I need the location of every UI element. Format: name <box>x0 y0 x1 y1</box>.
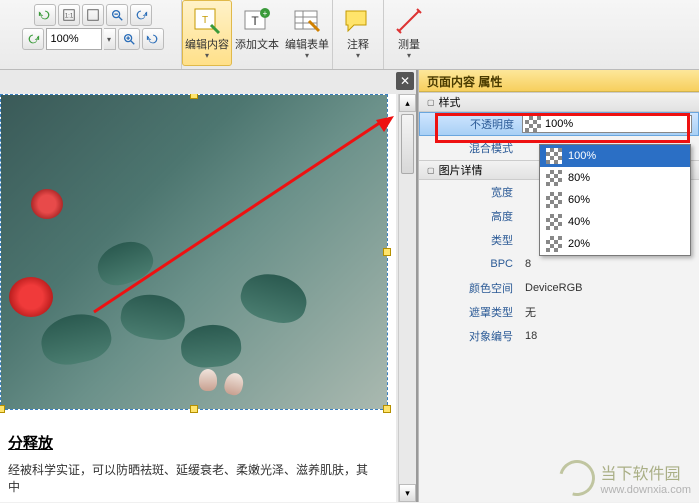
dropdown-item[interactable]: 80% <box>540 167 690 189</box>
colorspace-value: DeviceRGB <box>521 282 699 294</box>
annotate-button[interactable]: 注释 ▾ <box>333 0 383 66</box>
resize-handle[interactable] <box>190 94 198 99</box>
add-text-button[interactable]: T+ 添加文本 <box>232 0 282 66</box>
add-text-icon: T+ <box>241 5 273 37</box>
edit-content-button[interactable]: T 编辑内容 ▾ <box>182 0 232 66</box>
zoom-input[interactable] <box>46 28 102 50</box>
watermark-logo-icon <box>552 453 601 502</box>
checker-swatch-icon <box>546 148 562 164</box>
opacity-dropdown[interactable]: 100% 80% 60% 40% 20% <box>539 144 691 256</box>
resize-handle[interactable] <box>0 405 5 413</box>
width-label: 宽度 <box>419 184 521 200</box>
resize-handle[interactable] <box>383 405 391 413</box>
document-area[interactable]: 分释放 经被科学实证，可以防晒祛斑、延缓衰老、柔嫩光泽、滋养肌肤，其中 <box>0 94 396 502</box>
checker-swatch-icon <box>546 236 562 252</box>
redo-button[interactable] <box>22 28 44 50</box>
dropdown-item-label: 20% <box>568 238 590 250</box>
dropdown-item[interactable]: 60% <box>540 189 690 211</box>
panel-title: 页面内容 属性 <box>419 70 699 92</box>
masktype-label: 遮罩类型 <box>419 304 521 320</box>
scroll-up-button[interactable]: ▴ <box>399 94 416 112</box>
checker-swatch-icon <box>546 214 562 230</box>
highlight-box <box>435 113 690 143</box>
resize-handle[interactable] <box>190 405 198 413</box>
dropdown-item-label: 40% <box>568 216 590 228</box>
dropdown-item-label: 100% <box>568 150 596 162</box>
bpc-value: 8 <box>521 258 699 270</box>
section-image-label: 图片详情 <box>439 162 483 178</box>
svg-text:+: + <box>263 9 268 18</box>
dropdown-item[interactable]: 20% <box>540 233 690 255</box>
main-toolbar: 1:1 ▾ T 编辑内容 ▾ T+ 添加文本 编辑表单 ▾ 注释 ▾ 测量 <box>0 0 699 70</box>
zoom-dropdown-arrow[interactable]: ▾ <box>104 28 116 50</box>
objnum-label: 对象编号 <box>419 328 521 344</box>
watermark: 当下软件园 www.downxia.com <box>559 460 691 496</box>
type-label: 类型 <box>419 232 521 248</box>
svg-text:T: T <box>251 14 259 28</box>
edit-content-icon: T <box>191 5 223 37</box>
edit-form-icon <box>291 5 323 37</box>
annotate-label: 注释 <box>347 39 369 51</box>
zoom-group: 1:1 ▾ <box>4 0 182 69</box>
colorspace-label: 颜色空间 <box>419 280 521 296</box>
add-text-label: 添加文本 <box>235 39 279 51</box>
dropdown-item-label: 60% <box>568 194 590 206</box>
watermark-url: www.downxia.com <box>601 484 691 496</box>
edit-content-label: 编辑内容 <box>185 39 229 51</box>
edit-form-label: 编辑表单 <box>285 39 329 51</box>
selected-image[interactable] <box>0 94 388 410</box>
rotate-right-button[interactable] <box>142 28 164 50</box>
annotate-icon <box>342 5 374 37</box>
svg-text:T: T <box>202 15 208 26</box>
height-label: 高度 <box>419 208 521 224</box>
fit-width-button[interactable] <box>82 4 104 26</box>
canvas-pane: ✕ ▴ ▾ 分释放 经被科学实证，可以防晒祛斑、延缓衰老、柔嫩光泽 <box>0 70 418 502</box>
checker-swatch-icon <box>546 170 562 186</box>
scroll-thumb[interactable] <box>401 114 414 174</box>
rotate-left-button[interactable] <box>130 4 152 26</box>
text-heading: 分释放 <box>8 432 368 453</box>
measure-label: 测量 <box>398 39 420 51</box>
svg-text:1:1: 1:1 <box>64 13 73 20</box>
resize-handle[interactable] <box>383 248 391 256</box>
dropdown-item[interactable]: 40% <box>540 211 690 233</box>
measure-icon <box>393 5 425 37</box>
zoom-out-button[interactable] <box>106 4 128 26</box>
vertical-scrollbar[interactable]: ▴ ▾ <box>398 94 416 502</box>
document-text: 分释放 经被科学实证，可以防晒祛斑、延缓衰老、柔嫩光泽、滋养肌肤，其中 <box>0 426 376 501</box>
close-tab-button[interactable]: ✕ <box>396 72 414 90</box>
masktype-value: 无 <box>521 304 699 320</box>
scroll-down-button[interactable]: ▾ <box>399 484 416 502</box>
objnum-value: 18 <box>521 330 699 342</box>
text-paragraph: 经被科学实证，可以防晒祛斑、延缓衰老、柔嫩光泽、滋养肌肤，其中 <box>8 461 368 495</box>
measure-button[interactable]: 测量 ▾ <box>384 0 434 66</box>
bpc-label: BPC <box>419 258 521 270</box>
undo-button[interactable] <box>34 4 56 26</box>
edit-form-button[interactable]: 编辑表单 ▾ <box>282 0 332 66</box>
watermark-name: 当下软件园 <box>601 460 691 484</box>
section-style[interactable]: ▢样式 <box>419 92 699 112</box>
dropdown-item-label: 80% <box>568 172 590 184</box>
fit-page-button[interactable]: 1:1 <box>58 4 80 26</box>
section-style-label: 样式 <box>439 94 461 110</box>
checker-swatch-icon <box>546 192 562 208</box>
dropdown-item[interactable]: 100% <box>540 145 690 167</box>
photo-content <box>1 95 387 409</box>
zoom-in-button[interactable] <box>118 28 140 50</box>
